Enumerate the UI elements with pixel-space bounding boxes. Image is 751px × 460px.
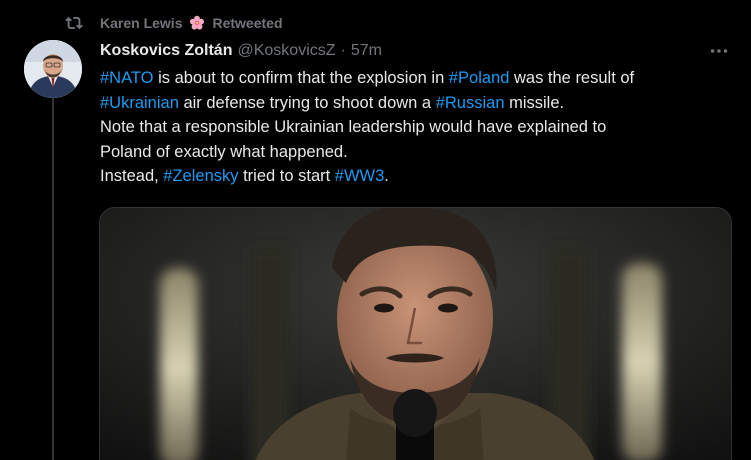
more-horizontal-icon (709, 42, 729, 60)
hashtag-link[interactable]: #NATO (100, 69, 154, 87)
separator-dot: · (340, 42, 346, 59)
hashtag-link[interactable]: #Zelensky (163, 167, 238, 185)
tweet-text-segment: was the result of (509, 69, 635, 87)
tweet-text-segment: . (384, 167, 389, 185)
tweet-header: Koskovics Zoltán @KoskovicsZ · 57m (100, 40, 382, 62)
tweet-text-segment: tried to start (238, 167, 335, 185)
hashtag-link[interactable]: #WW3 (335, 167, 385, 185)
tweet-text-segment: Instead, (100, 167, 164, 185)
thread-line (52, 96, 54, 460)
tweet-line-4: Poland of exactly what happened. (100, 142, 348, 161)
tweet-line-1: #NATO is about to confirm that the explo… (100, 66, 730, 91)
hashtag-link[interactable]: #Poland (449, 69, 510, 87)
retweeter-name[interactable]: Karen Lewis (100, 15, 182, 31)
tweet-card[interactable]: Karen Lewis Retweeted Koskovics Zoltán @… (0, 0, 751, 460)
tweet-media-photo[interactable] (99, 207, 732, 460)
retweet-context: Karen Lewis Retweeted (62, 12, 283, 34)
tweet-text: #NATO is about to confirm that the explo… (100, 66, 730, 189)
retweeted-label: Retweeted (212, 15, 283, 31)
tweet-text-segment: missile. (504, 93, 565, 112)
tweet-text-segment: air defense trying to shoot down a (178, 93, 436, 112)
author-name[interactable]: Koskovics Zoltán (100, 42, 232, 60)
cherry-blossom-icon (188, 14, 206, 32)
more-options-button[interactable] (707, 40, 731, 62)
tweet-line-3: Note that a responsible Ukrainian leader… (100, 118, 607, 136)
author-handle[interactable]: @KoskovicsZ (237, 42, 335, 60)
tweet-text-segment: is about to confirm that the explosion i… (153, 69, 449, 87)
retweet-icon (62, 12, 86, 34)
hashtag-link[interactable]: #Russian (436, 94, 505, 112)
hashtag-link[interactable]: #Ukrainian (100, 94, 179, 112)
tweet-line-2: #Ukrainian air defense trying to shoot d… (100, 91, 730, 116)
tweet-line-5: Instead, #Zelensky tried to start #WW3. (100, 164, 730, 189)
avatar[interactable] (24, 40, 82, 98)
timestamp[interactable]: 57m (351, 42, 382, 60)
